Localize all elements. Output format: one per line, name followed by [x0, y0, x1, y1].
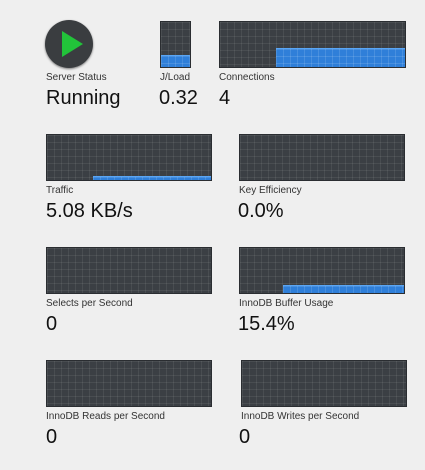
key-efficiency-label: Key Efficiency: [239, 185, 302, 196]
server-status-play-button[interactable]: [45, 20, 93, 68]
traffic-graph-fill: [92, 175, 211, 180]
connections-label: Connections: [219, 72, 275, 83]
innodb-writes-per-second-label: InnoDB Writes per Second: [241, 411, 360, 422]
key-efficiency-value: 0.0%: [238, 200, 284, 222]
traffic-label: Traffic: [46, 185, 74, 196]
server-status-label: Server Status: [46, 72, 107, 83]
innodb-writes-per-second-value: 0: [239, 426, 251, 448]
innodb-buffer-usage-graph: [239, 247, 405, 294]
connections-graph-fill: [275, 48, 405, 67]
innodb-reads-per-second-value: 0: [46, 426, 58, 448]
selects-per-second-value: 0: [46, 313, 58, 335]
key-efficiency-graph: [239, 134, 405, 181]
selects-per-second-graph: [46, 247, 212, 294]
innodb-reads-per-second-label: InnoDB Reads per Second: [46, 411, 165, 422]
innodb-buffer-usage-value: 15.4%: [238, 313, 295, 335]
server-dashboard-panel: Server Status Running J/Load 0.32 Connec…: [0, 0, 425, 470]
server-status-value: Running: [46, 87, 121, 109]
traffic-graph: [46, 134, 212, 181]
innodb-buffer-usage-label: InnoDB Buffer Usage: [239, 298, 334, 309]
load-graph: [160, 21, 191, 68]
innodb-writes-per-second-graph: [241, 360, 407, 407]
connections-value: 4: [219, 87, 231, 109]
innodb-buffer-usage-graph-fill: [282, 285, 404, 293]
traffic-value: 5.08 KB/s: [46, 200, 133, 222]
play-icon: [62, 31, 83, 57]
selects-per-second-label: Selects per Second: [46, 298, 133, 309]
connections-graph: [219, 21, 406, 68]
load-graph-fill: [161, 54, 190, 67]
load-value: 0.32: [159, 87, 198, 109]
load-label: J/Load: [160, 72, 191, 83]
innodb-reads-per-second-graph: [46, 360, 212, 407]
